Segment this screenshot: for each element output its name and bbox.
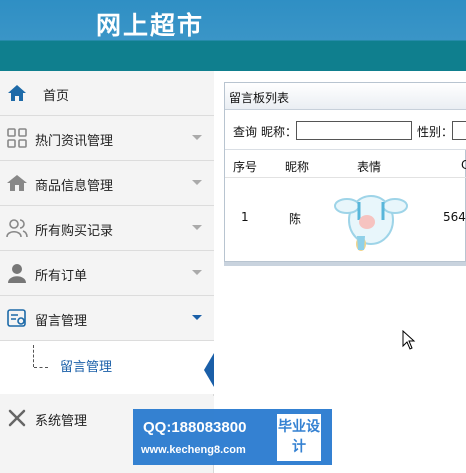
cell-nickname: 陈 (289, 212, 302, 226)
cell-partial: 564 (443, 210, 466, 224)
column-header-partial: C (461, 158, 466, 172)
app-title: 网上超市 (96, 11, 205, 40)
sidebar-item-label: 系统管理 (35, 414, 88, 429)
panel-bottom-border (224, 262, 466, 266)
sidebar-item-label: 首页 (43, 89, 70, 104)
emoticon-image (331, 180, 411, 263)
panel-title: 留言板列表 (229, 91, 290, 105)
watermark-badge: 毕业设计 (277, 414, 321, 461)
sidebar-item-home[interactable]: 首页 (0, 71, 214, 116)
table-row[interactable]: 1 陈 564 (225, 178, 466, 258)
gender-label: 性别： (417, 125, 454, 139)
sidebar-item-label: 所有购买记录 (35, 224, 114, 239)
user-icon (6, 262, 28, 284)
chevron-down-icon (192, 180, 202, 185)
search-bar: 查询 昵称： 性别： (225, 110, 466, 150)
chevron-down-icon (192, 315, 202, 320)
watermark: QQ:188083800 www.kecheng8.com 毕业设计 (133, 409, 332, 465)
sidebar-item-label: 留言管理 (35, 314, 88, 329)
sidebar-item-label: 热门资讯管理 (35, 134, 114, 149)
column-header: 序号 (233, 160, 258, 174)
sidebar-item-hot-news[interactable]: 热门资讯管理 (0, 116, 214, 161)
watermark-site: www.kecheng8.com (141, 444, 246, 456)
tree-line (34, 367, 48, 368)
query-label: 查询 (233, 125, 258, 139)
submenu: 留言管理 (0, 341, 214, 394)
mouse-cursor-icon (402, 329, 416, 353)
watermark-qq: QQ:188083800 (143, 419, 247, 436)
chevron-down-icon (192, 225, 202, 230)
column-header: 表情 (357, 160, 382, 174)
sidebar-item-label: 商品信息管理 (35, 179, 114, 194)
sidebar-item-products[interactable]: 商品信息管理 (0, 161, 214, 206)
message-board-panel: 留言板列表 查询 昵称： 性别： 序号 昵称 表情 C 1 陈 564 (224, 82, 466, 262)
top-header: 网上超市 (0, 0, 466, 71)
column-header: 昵称 (285, 160, 310, 174)
active-indicator (204, 353, 214, 387)
chevron-down-icon (192, 135, 202, 140)
sidebar-item-purchases[interactable]: 所有购买记录 (0, 206, 214, 251)
sidebar-item-messages[interactable]: 留言管理 (0, 296, 214, 341)
sidebar-item-orders[interactable]: 所有订单 (0, 251, 214, 296)
gender-input[interactable] (452, 121, 466, 140)
sidebar-item-label: 所有订单 (35, 269, 88, 284)
chevron-down-icon (192, 270, 202, 275)
table-header: 序号 昵称 表情 C (225, 150, 466, 178)
panel-header: 留言板列表 (225, 83, 466, 110)
tools-icon (6, 407, 28, 429)
home-icon (6, 82, 28, 104)
nickname-input[interactable] (296, 121, 412, 140)
house-icon (6, 172, 28, 194)
cell-index: 1 (241, 210, 249, 224)
message-icon (6, 307, 28, 329)
submenu-item-messages[interactable]: 留言管理 (60, 356, 112, 375)
nickname-label: 昵称： (261, 125, 298, 139)
grid-icon (6, 127, 28, 149)
tree-line (33, 345, 34, 367)
users-icon (6, 217, 28, 239)
